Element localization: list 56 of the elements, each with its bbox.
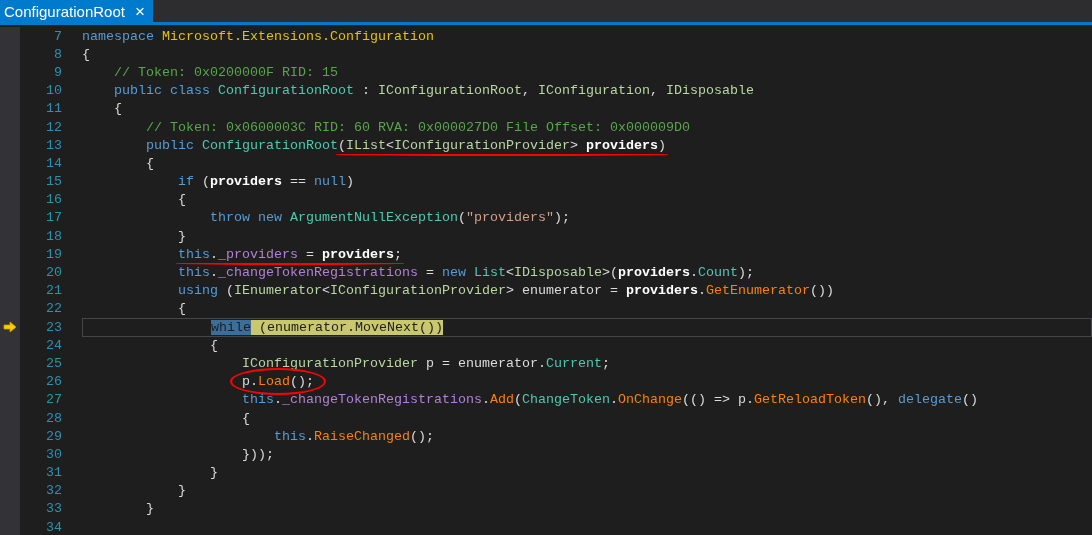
line-number: 32 xyxy=(45,483,62,499)
line-number: 30 xyxy=(45,446,62,462)
code-line: } xyxy=(178,483,186,499)
code-line: } xyxy=(178,228,186,244)
code-line: { xyxy=(178,192,186,208)
line-number: 21 xyxy=(45,283,62,299)
code-line: } xyxy=(146,501,154,517)
line-number: 28 xyxy=(45,410,62,426)
code-line: IConfigurationProvider p = enumerator.Current; xyxy=(242,355,610,371)
code-line: } xyxy=(210,465,218,481)
line-number: 27 xyxy=(45,392,62,408)
code-line: { xyxy=(178,301,186,317)
editor-tab[interactable]: ConfigurationRoot × xyxy=(0,0,153,22)
line-number: 15 xyxy=(45,174,62,190)
line-number: 9 xyxy=(53,64,62,80)
line-number: 25 xyxy=(45,355,62,371)
code-line: this._changeTokenRegistrations = new List<IDisposable>(providers.Count); xyxy=(178,265,754,281)
code-line: })); xyxy=(242,446,274,462)
code-line: // Token: 0x0200000F RID: 15 xyxy=(114,64,338,80)
line-number: 16 xyxy=(45,192,62,208)
code-line: // Token: 0x0600003C RID: 60 RVA: 0x000027D0 File Offset: 0x000009D0 xyxy=(146,119,690,135)
code-line: this._providers = providers; xyxy=(178,246,402,262)
line-number: 34 xyxy=(45,519,62,535)
line-number: 31 xyxy=(45,465,62,481)
code-line: { xyxy=(146,155,154,171)
code-line: { xyxy=(114,101,122,117)
line-number: 26 xyxy=(45,374,62,390)
code-line: public class ConfigurationRoot : IConfigurationRoot, IConfiguration, IDisposable xyxy=(114,83,754,99)
line-number: 20 xyxy=(45,265,62,281)
code-line: while (enumerator.MoveNext()) xyxy=(211,319,443,335)
code-line: this.RaiseChanged(); xyxy=(274,428,434,444)
line-number: 11 xyxy=(45,101,62,117)
code-line: { xyxy=(82,46,90,62)
line-number: 19 xyxy=(45,246,62,262)
close-icon[interactable]: × xyxy=(134,2,145,20)
line-number: 14 xyxy=(45,155,62,171)
line-number: 13 xyxy=(45,137,62,153)
arrow-icon xyxy=(3,321,17,334)
code-line: throw new ArgumentNullException("providers"); xyxy=(210,210,570,226)
code-line: namespace Microsoft.Extensions.Configuration xyxy=(82,28,434,44)
line-number: 23 xyxy=(45,319,62,335)
code-line: if (providers == null) xyxy=(178,174,354,190)
code-line: public ConfigurationRoot(IList<IConfigurationProvider> providers) xyxy=(146,137,666,153)
line-number: 29 xyxy=(45,428,62,444)
line-number: 33 xyxy=(45,501,62,517)
line-number: 18 xyxy=(45,228,62,244)
line-number: 17 xyxy=(45,210,62,226)
line-number: 22 xyxy=(45,301,62,317)
code-line: using (IEnumerator<IConfigurationProvider> enumerator = providers.GetEnumerator()) xyxy=(178,283,834,299)
line-number: 10 xyxy=(45,83,62,99)
line-number: 24 xyxy=(45,337,62,353)
code-line: { xyxy=(242,410,250,426)
line-number: 12 xyxy=(45,119,62,135)
line-number: 7 xyxy=(53,28,62,44)
line-number: 8 xyxy=(53,46,62,62)
code-line: { xyxy=(210,337,218,353)
